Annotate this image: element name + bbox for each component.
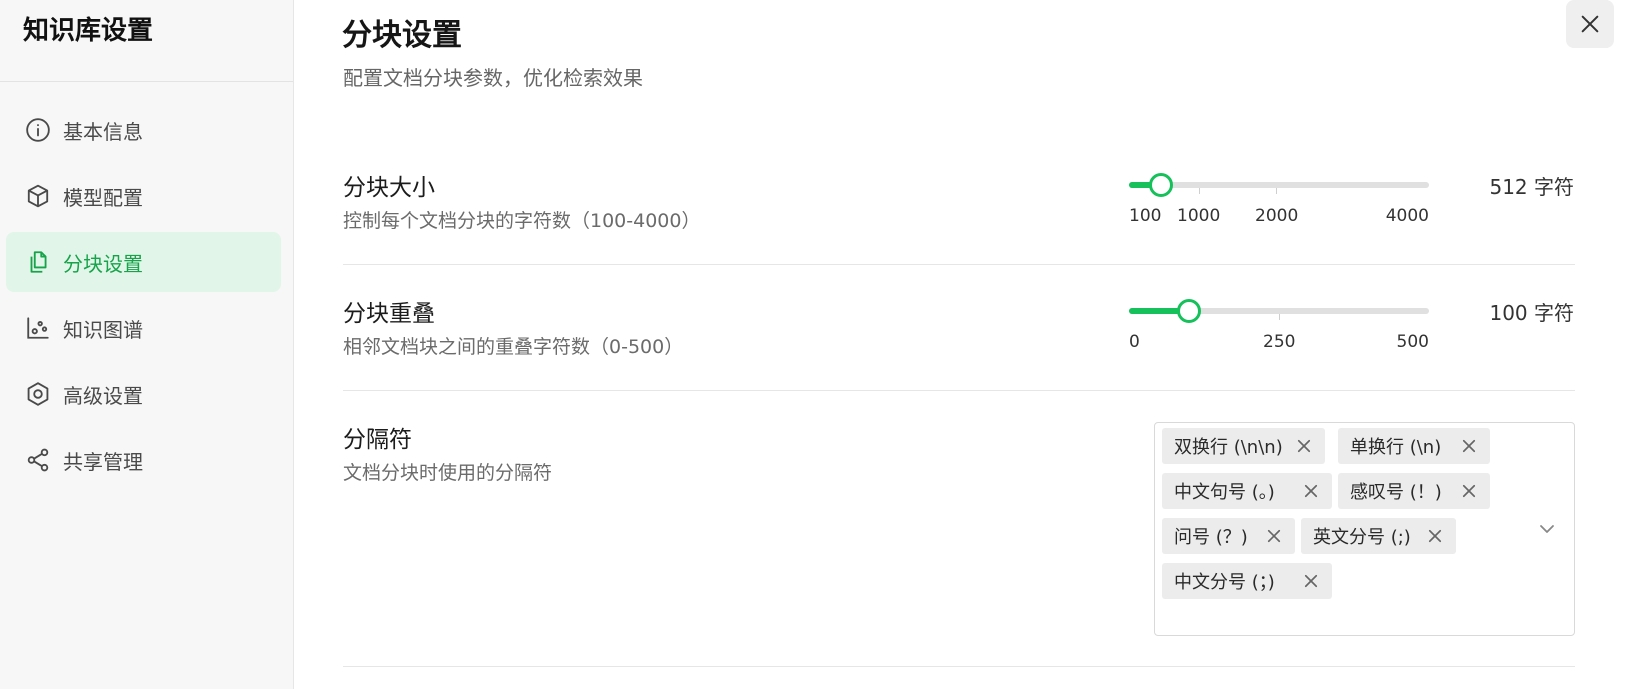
- sidebar-item-advanced-settings[interactable]: 高级设置: [6, 364, 281, 424]
- slider-thumb[interactable]: [1149, 173, 1173, 197]
- separator-tag: 英文分号 (;): [1301, 518, 1456, 554]
- sidebar-item-label: 分块设置: [63, 251, 143, 276]
- tag-label: 感叹号 (！): [1350, 482, 1442, 503]
- sidebar-item-knowledge-graph[interactable]: 知识图谱: [6, 298, 281, 358]
- sidebar-title: 知识库设置: [0, 0, 293, 82]
- slider-mark: 4000: [1385, 206, 1429, 226]
- chunk-overlap-title: 分块重叠: [343, 301, 435, 327]
- page-title: 分块设置: [342, 18, 462, 53]
- slider-tick: [1276, 188, 1277, 194]
- sidebar-item-share-management[interactable]: 共享管理: [6, 430, 281, 490]
- copy-document-icon: [25, 249, 51, 275]
- chunk-overlap-description: 相邻文档块之间的重叠字符数（0-500）: [343, 336, 684, 358]
- chunk-overlap-slider[interactable]: 0 250 500: [1129, 294, 1429, 364]
- row-divider: [343, 666, 1575, 667]
- separator-tag: 感叹号 (！): [1338, 473, 1490, 509]
- sidebar-item-label: 知识图谱: [63, 317, 143, 342]
- sidebar: 知识库设置 基本信息 模型配置 分块设置 知识图谱 高级设置 共享管理: [0, 0, 294, 689]
- tag-label: 单换行 (\n): [1350, 437, 1442, 458]
- slider-tick: [1279, 314, 1280, 320]
- separators-title: 分隔符: [343, 427, 412, 453]
- separators-multiselect[interactable]: 双换行 (\n\n) 单换行 (\n) 中文句号 (。) 感叹号 (！) 问号 …: [1154, 422, 1575, 636]
- slider-thumb[interactable]: [1177, 299, 1201, 323]
- slider-mark: 500: [1396, 332, 1429, 352]
- sidebar-item-label: 基本信息: [63, 119, 143, 144]
- slider-mark: 250: [1263, 332, 1296, 352]
- sidebar-item-chunk-settings[interactable]: 分块设置: [6, 232, 281, 292]
- sidebar-item-label: 高级设置: [63, 383, 143, 408]
- cube-icon: [25, 183, 51, 209]
- separators-description: 文档分块时使用的分隔符: [343, 462, 553, 484]
- remove-tag-icon[interactable]: [1460, 482, 1478, 500]
- chunk-size-title: 分块大小: [343, 175, 435, 201]
- close-icon: [1581, 15, 1599, 33]
- remove-tag-icon[interactable]: [1460, 437, 1478, 455]
- separator-tag: 问号 (？): [1162, 518, 1295, 554]
- sidebar-item-label: 模型配置: [63, 185, 143, 210]
- chunk-size-slider[interactable]: 100 1000 2000 4000: [1129, 168, 1429, 238]
- sidebar-item-label: 共享管理: [63, 449, 143, 474]
- slider-mark: 0: [1129, 332, 1140, 352]
- tag-label: 中文分号 (；): [1174, 572, 1275, 593]
- remove-tag-icon[interactable]: [1302, 482, 1320, 500]
- row-divider: [343, 390, 1575, 391]
- remove-tag-icon[interactable]: [1295, 437, 1313, 455]
- separator-tag: 单换行 (\n): [1338, 428, 1490, 464]
- close-button[interactable]: [1566, 0, 1614, 48]
- slider-mark: 100: [1129, 206, 1162, 226]
- share-icon: [25, 447, 51, 473]
- tag-label: 中文句号 (。): [1174, 482, 1275, 503]
- page-subtitle: 配置文档分块参数，优化检索效果: [343, 66, 643, 90]
- remove-tag-icon[interactable]: [1426, 527, 1444, 545]
- remove-tag-icon[interactable]: [1302, 572, 1320, 590]
- chunk-size-description: 控制每个文档分块的字符数（100-4000）: [343, 210, 701, 232]
- separator-tag: 中文句号 (。): [1162, 473, 1332, 509]
- graph-icon: [25, 315, 51, 341]
- chevron-down-icon[interactable]: [1537, 522, 1557, 536]
- slider-tick: [1199, 188, 1200, 194]
- slider-mark: 1000: [1177, 206, 1221, 226]
- row-divider: [343, 264, 1575, 265]
- sidebar-item-basic-info[interactable]: 基本信息: [6, 100, 281, 160]
- sidebar-nav: 基本信息 模型配置 分块设置 知识图谱 高级设置 共享管理: [0, 82, 293, 490]
- chunk-overlap-value: 100 字符: [1489, 301, 1574, 325]
- info-icon: [25, 117, 51, 143]
- tag-label: 问号 (？): [1174, 527, 1248, 548]
- separator-tag: 中文分号 (；): [1162, 563, 1332, 599]
- sidebar-item-model-config[interactable]: 模型配置: [6, 166, 281, 226]
- slider-track: [1129, 182, 1429, 188]
- tag-label: 双换行 (\n\n): [1174, 437, 1283, 458]
- main-content: 分块设置 配置文档分块参数，优化检索效果 分块大小 控制每个文档分块的字符数（1…: [294, 0, 1628, 689]
- remove-tag-icon[interactable]: [1265, 527, 1283, 545]
- hexagon-gear-icon: [25, 381, 51, 407]
- separator-tag: 双换行 (\n\n): [1162, 428, 1325, 464]
- slider-mark: 2000: [1255, 206, 1299, 226]
- chunk-size-value: 512 字符: [1489, 175, 1574, 199]
- tag-label: 英文分号 (;): [1313, 527, 1411, 548]
